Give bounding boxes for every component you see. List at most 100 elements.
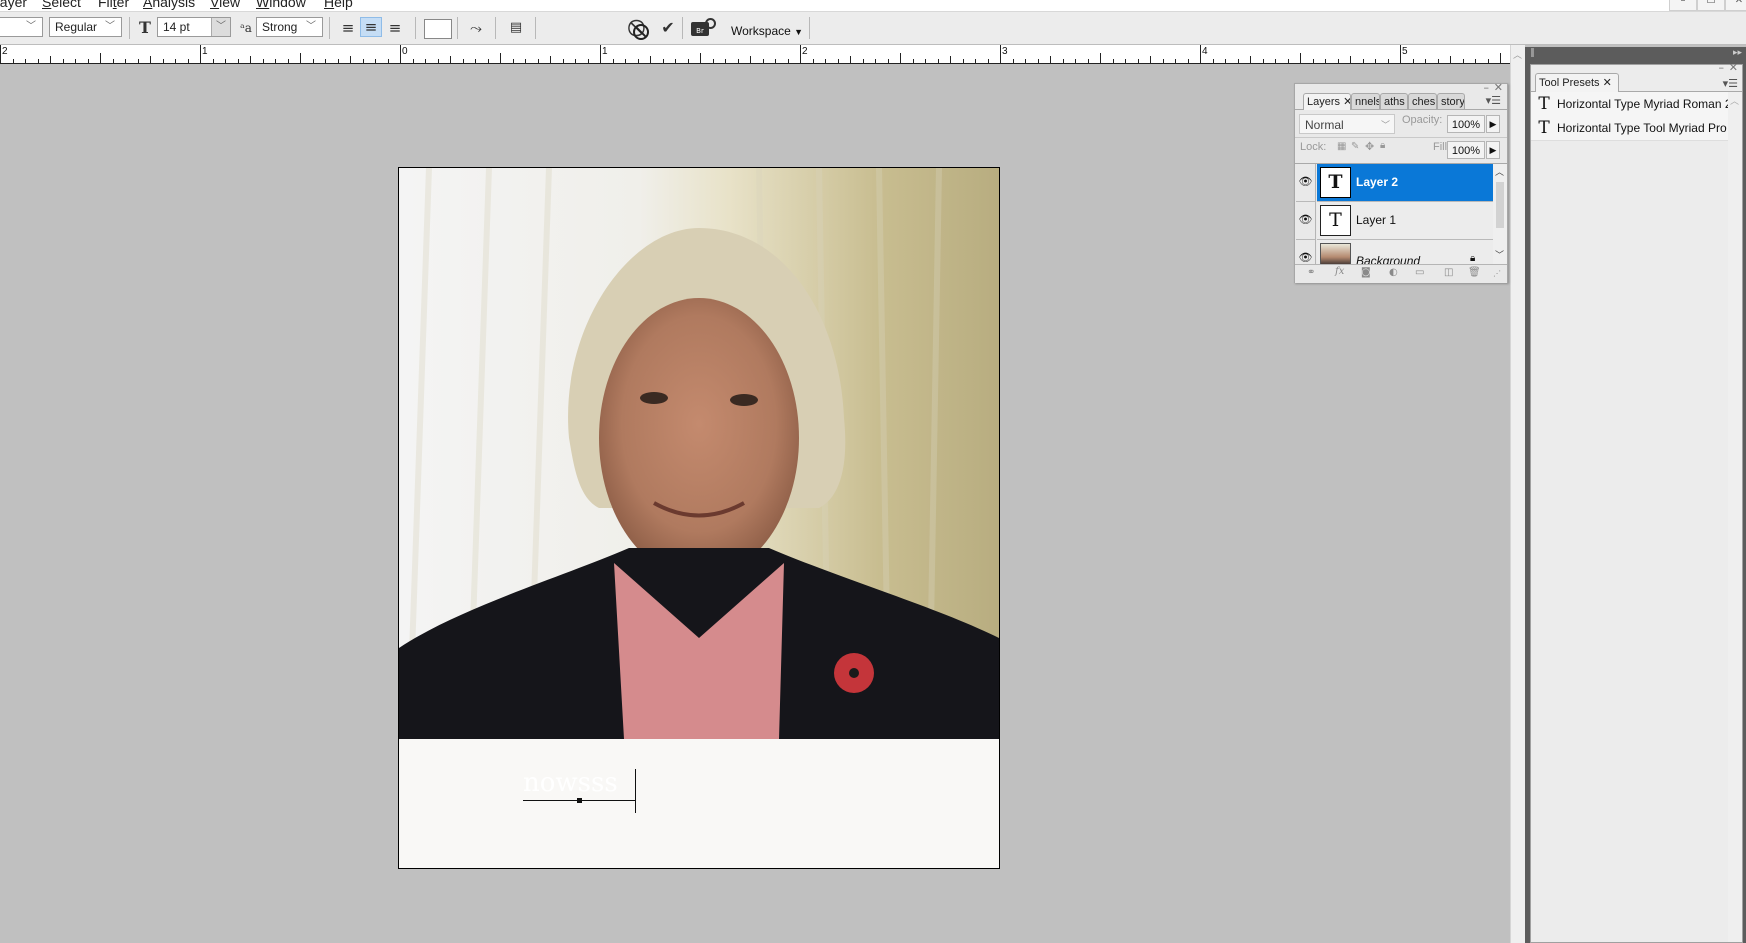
ruler-tick [850,56,851,63]
ruler-tick [250,56,251,63]
close-panel-icon[interactable]: ✕ [1494,81,1503,94]
minimize-panel-icon[interactable]: – [1484,81,1490,94]
blend-mode-dropdown[interactable]: Normal ﹀ [1299,114,1395,134]
visibility-eye-icon[interactable]: 👁︎ [1296,240,1316,264]
ruler-tick [75,59,76,63]
ruler-tick [1338,59,1339,63]
document-canvas[interactable]: nowsss [398,167,1000,869]
cancel-circle-icon[interactable] [633,24,649,40]
scroll-down-icon[interactable]: ﹀ [1495,248,1504,261]
panel-menu-icon[interactable]: ▾☰ [1486,94,1501,107]
visibility-eye-icon[interactable]: 👁︎ [1296,202,1316,240]
font-style-dropdown[interactable]: Regular ﹀ [49,17,122,37]
ruler-tick [538,59,539,63]
ruler-tick [175,59,176,63]
tab-channels[interactable]: nnels [1351,93,1380,110]
menu-help[interactable]: Help [324,0,353,10]
maximize-button[interactable]: ☐ [1697,0,1725,11]
menu-window[interactable]: Window [256,0,306,10]
tab-layers[interactable]: Layers ✕ [1303,93,1351,110]
menu-view[interactable]: View [210,0,240,10]
text-layer-thumbnail-icon: T [1320,205,1351,236]
tool-preset-item[interactable]: THorizontal Type Myriad Roman 24 pt [1531,92,1728,117]
opacity-field[interactable]: 100% [1447,115,1485,133]
fill-field[interactable]: 100% [1447,141,1485,159]
layer-row-layer-2[interactable]: T Layer 2 [1317,164,1493,202]
tool-preset-item[interactable]: THorizontal Type Tool Myriad Pro Regular [1531,116,1728,141]
ruler-tick [1475,59,1476,63]
anti-alias-dropdown[interactable]: Strong ﹀ [256,17,323,37]
portrait-photo-image [399,168,999,739]
align-right-icon[interactable]: ≡ [384,18,406,38]
new-layer-icon[interactable]: ◫ [1444,267,1453,278]
minimize-panel-icon[interactable]: – [1719,61,1725,74]
typed-text[interactable]: nowsss [523,768,618,798]
vertical-scrollbar[interactable]: ︿ [1510,45,1525,943]
background-photo [399,168,999,739]
link-layers-icon[interactable]: ⚭ [1307,267,1315,278]
visibility-eye-icon[interactable]: 👁︎ [1296,164,1316,202]
separator [457,17,458,39]
font-family-dropdown[interactable]: ﹀ [0,17,43,37]
scrollbar-thumb[interactable] [1496,182,1504,228]
layer-row-background[interactable]: Background 🔒︎ [1317,240,1493,264]
ruler-tick [1088,59,1089,63]
text-color-swatch[interactable] [424,19,452,39]
menu-filter[interactable]: Filter [98,0,129,10]
mask-icon[interactable]: ◙ [1361,267,1371,278]
layer-row-layer-1[interactable]: T Layer 1 [1317,202,1493,240]
align-center-icon[interactable]: ≡ [360,17,382,37]
layers-scrollbar[interactable]: ︿ ﹀ [1493,164,1507,264]
close-window-button[interactable]: ✕ [1725,0,1746,11]
tab-tool-presets[interactable]: Tool Presets ✕ [1535,73,1619,92]
close-panel-icon[interactable]: ✕ [1729,61,1738,74]
tab-paths[interactable]: aths [1380,93,1408,110]
dock-grip-icon[interactable]: ||| [1530,48,1535,58]
fx-icon[interactable]: fx [1335,266,1344,277]
horizontal-ruler[interactable]: 2 1 0 1 2 3 4 5 [0,45,1510,64]
menu-select[interactable]: Select [42,0,81,10]
ruler-tick [663,59,664,63]
ruler-tick [600,45,601,63]
font-size-field[interactable]: 14 pt ﹀ [157,17,231,37]
anti-alias-value: Strong [262,20,298,34]
ruler-tick [1400,45,1401,63]
ruler-tick [938,59,939,63]
ruler-tick [863,59,864,63]
ruler-tick [1113,59,1114,63]
minimize-button[interactable]: – [1669,0,1697,11]
group-folder-icon[interactable]: ▭ [1415,267,1424,278]
lock-position-move-icon[interactable]: ✥ [1365,140,1374,153]
workspace-menu[interactable]: Workspace ▼ [731,24,803,44]
ruler-tick [1225,59,1226,63]
lock-all-icon[interactable]: 🔒︎ [1380,140,1385,151]
ruler-tick [1138,59,1139,63]
opacity-slider-arrow-icon[interactable]: ▶ [1486,115,1500,133]
scroll-up-icon[interactable]: ︿ [1495,165,1504,178]
collapse-dock-icon[interactable]: ▸▸ [1733,48,1742,58]
bottom-text-area[interactable] [399,739,999,868]
menu-analysis[interactable]: Analysis [143,0,195,10]
warp-text-icon[interactable]: ⤳ [466,18,486,38]
resize-grip-icon[interactable]: ⋰ [1493,269,1501,278]
ruler-tick [288,59,289,63]
align-left-icon[interactable]: ≡ [337,18,359,38]
tab-history[interactable]: story [1437,93,1465,110]
scroll-up-icon[interactable]: ︿ [1730,94,1739,107]
adjustment-icon[interactable]: ◐ [1389,267,1398,278]
scroll-up-icon[interactable]: ︿ [1513,48,1522,61]
lock-pixels-brush-icon[interactable]: ✎ [1351,141,1359,152]
panel-menu-icon[interactable]: ▾☰ [1723,77,1738,90]
chevron-down-icon[interactable]: ﹀ [211,18,230,36]
lock-transparency-icon[interactable]: ▦ [1337,141,1346,152]
ruler-tick [1425,59,1426,63]
character-paragraph-panel-icon[interactable]: ▤ [506,18,526,38]
ruler-tick [1263,59,1264,63]
tab-swatches[interactable]: ches [1408,93,1437,110]
presets-scrollbar[interactable]: ︿ [1728,92,1742,942]
text-center-anchor [577,798,582,803]
commit-checkmark-icon[interactable]: ✔ [658,18,678,38]
trash-icon[interactable]: 🗑︎ [1468,267,1481,278]
menu-layer[interactable]: Layer [0,0,27,10]
fill-slider-arrow-icon[interactable]: ▶ [1486,141,1500,159]
